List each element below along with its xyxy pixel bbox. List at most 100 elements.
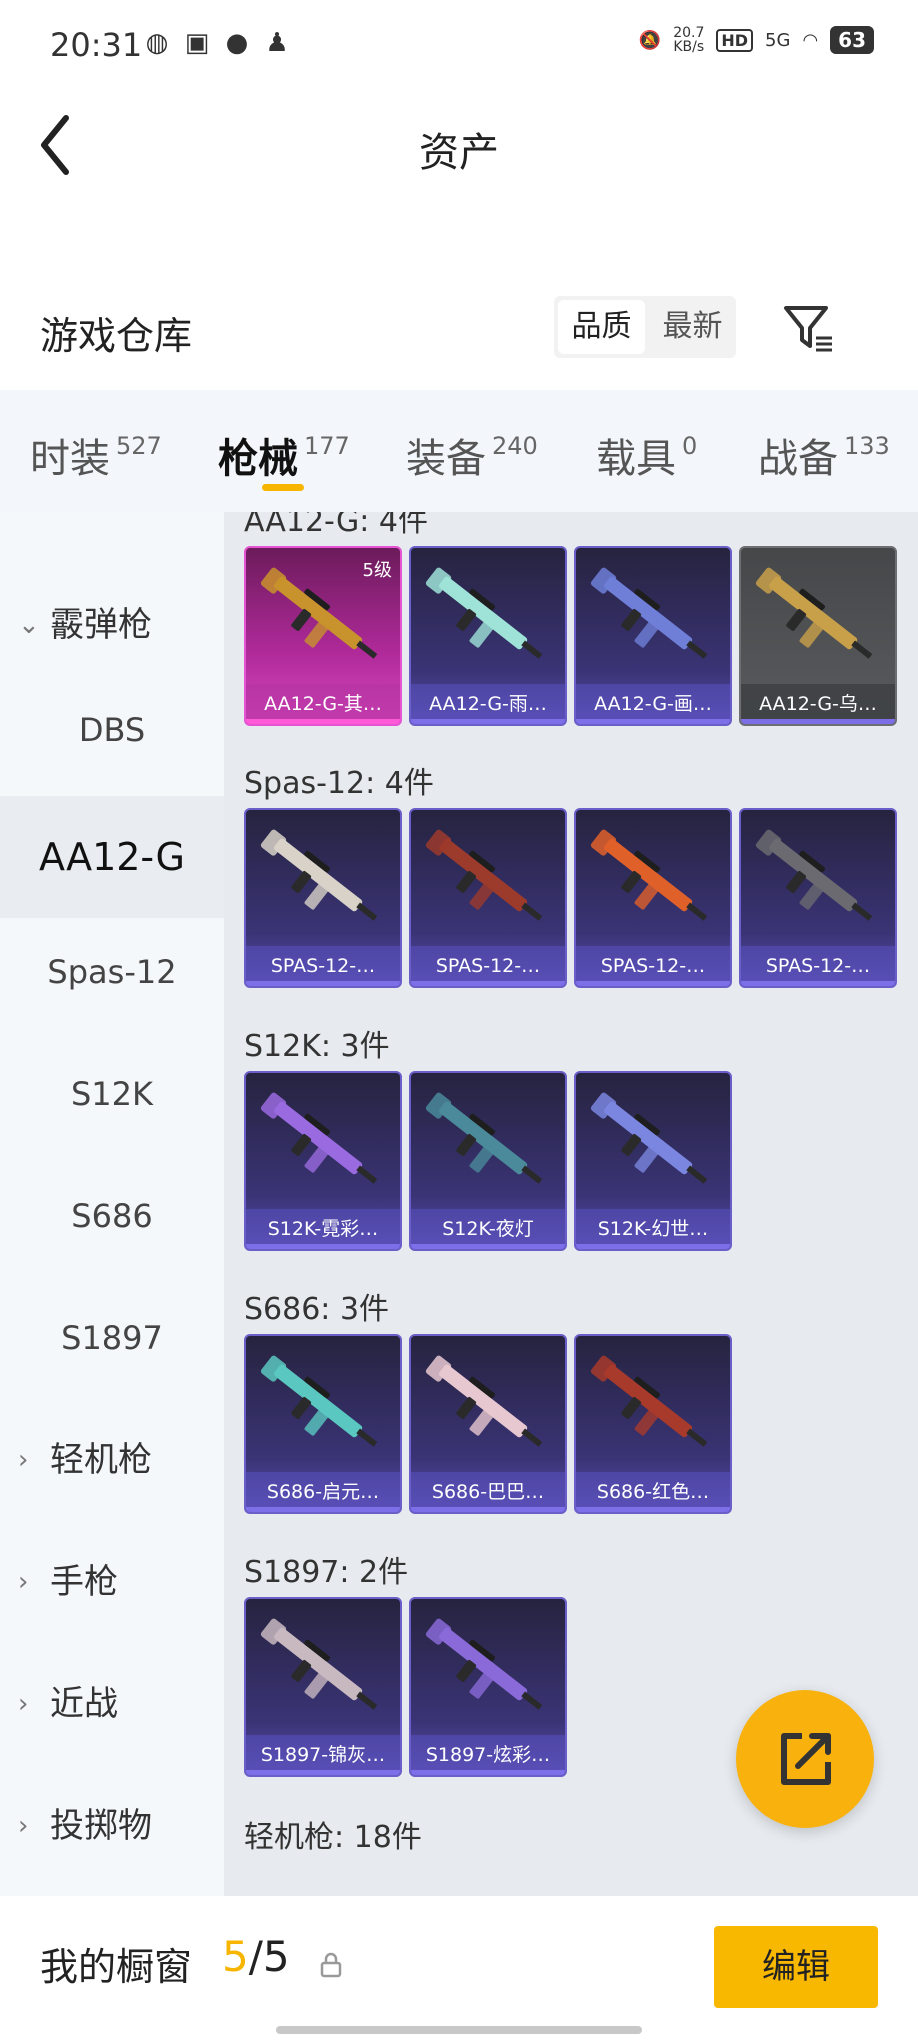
- rarity-bar: [246, 719, 400, 724]
- sidebar-group-throwable[interactable]: › 投掷物: [0, 1786, 224, 1866]
- gun-skin-image: [260, 1618, 378, 1710]
- weapon-skin-card[interactable]: SPAS-12-…: [244, 808, 402, 988]
- weapon-skin-name: S686-巴巴…: [411, 1472, 565, 1512]
- gun-skin-image: [425, 829, 543, 921]
- active-tab-indicator: [262, 484, 304, 491]
- chat-app-icon: ●: [225, 28, 249, 58]
- qq-app-icon: ♟: [265, 28, 289, 58]
- status-bar: 20:31 ◍ ▣ ● ♟ 🔕 20.7 KB/s HD 5G ◠ 63: [0, 0, 918, 90]
- weapon-skin-card[interactable]: S686-巴巴…: [409, 1334, 567, 1514]
- weapon-skin-card[interactable]: AA12-G-乌…: [739, 546, 897, 726]
- chevron-right-icon: ›: [18, 1445, 29, 1475]
- gun-skin-image: [425, 1092, 543, 1184]
- weapon-skin-name: AA12-G-乌…: [741, 684, 895, 724]
- top-nav: 资产: [0, 90, 918, 200]
- weapon-skin-card[interactable]: AA12-G-画…: [574, 546, 732, 726]
- notification-icons: ◍ ▣ ● ♟: [142, 28, 292, 58]
- weapon-grid: AA12-G: 4件 5级 AA12-G-其… AA12-G-雨… AA12-G-画… A…: [224, 512, 918, 1896]
- tab-firearms[interactable]: 枪械 177: [218, 426, 350, 484]
- sidebar-item-aa12g[interactable]: AA12-G: [0, 796, 224, 918]
- weapon-skin-card[interactable]: S1897-炫彩…: [409, 1597, 567, 1777]
- weapon-skin-card[interactable]: S686-启元…: [244, 1334, 402, 1514]
- showcase-label: 我的橱窗: [40, 1945, 193, 1989]
- weapon-skin-card[interactable]: S1897-锦灰…: [244, 1597, 402, 1777]
- rarity-bar: [246, 981, 400, 986]
- weapon-skin-card[interactable]: 5级 AA12-G-其…: [244, 546, 402, 726]
- chevron-right-icon: ›: [18, 1689, 29, 1719]
- tab-vehicles[interactable]: 载具 0: [596, 426, 697, 484]
- sidebar-item-dbs[interactable]: DBS: [0, 690, 224, 770]
- sidebar-item-s12k[interactable]: S12K: [0, 1054, 224, 1134]
- weapon-skin-name: S1897-炫彩…: [411, 1735, 565, 1775]
- tab-supplies[interactable]: 战备 133: [758, 426, 890, 484]
- weapon-skin-card[interactable]: S12K-幻世…: [574, 1071, 732, 1251]
- gun-skin-image: [425, 567, 543, 659]
- rarity-bar: [411, 1507, 565, 1512]
- gun-skin-image: [425, 1618, 543, 1710]
- group-label: S12K: 3件: [244, 1029, 390, 1064]
- weapon-skin-card[interactable]: SPAS-12-…: [739, 808, 897, 988]
- rarity-bar: [741, 981, 895, 986]
- tab-fashion[interactable]: 时装 527: [30, 426, 162, 484]
- home-indicator[interactable]: [276, 2026, 642, 2034]
- category-tabs: 时装 527 枪械 177 装备 240 载具 0 战备 133: [0, 390, 918, 512]
- sidebar-item-spas12[interactable]: Spas-12: [0, 932, 224, 1012]
- gun-skin-image: [590, 829, 708, 921]
- gun-skin-image: [260, 1092, 378, 1184]
- share-fab-button[interactable]: [736, 1690, 874, 1828]
- lock-icon: [320, 1952, 342, 1978]
- rarity-bar: [246, 1507, 400, 1512]
- group-label: 轻机枪: 18件: [244, 1820, 422, 1855]
- tab-equipment[interactable]: 装备 240: [406, 426, 538, 484]
- gun-skin-image: [590, 567, 708, 659]
- weapon-skin-name: S12K-夜灯: [411, 1209, 565, 1249]
- weapon-skin-card[interactable]: S12K-霓彩…: [244, 1071, 402, 1251]
- weapon-skin-name: S12K-幻世…: [576, 1209, 730, 1249]
- weapon-skin-card[interactable]: S12K-夜灯: [409, 1071, 567, 1251]
- weapon-skin-name: AA12-G-雨…: [411, 684, 565, 724]
- gun-skin-image: [590, 1355, 708, 1447]
- sidebar-group-shotgun[interactable]: ⌄ 霰弹枪: [0, 590, 224, 660]
- sidebar-item-s1897[interactable]: S1897: [0, 1298, 224, 1378]
- sort-toggle: 品质 最新: [554, 296, 736, 358]
- mute-icon: 🔕: [638, 29, 662, 51]
- filter-icon: [784, 306, 832, 352]
- weapon-skin-card[interactable]: S686-红色…: [574, 1334, 732, 1514]
- net-speed: 20.7 KB/s: [673, 25, 705, 55]
- battery-level: 63: [830, 26, 874, 54]
- sort-quality-button[interactable]: 品质: [558, 300, 645, 354]
- chevron-right-icon: ›: [18, 1811, 29, 1841]
- group-label: AA12-G: 4件: [244, 512, 428, 539]
- sidebar-item-s686[interactable]: S686: [0, 1176, 224, 1256]
- weapon-skin-name: SPAS-12-…: [411, 946, 565, 986]
- edit-button[interactable]: 编辑: [714, 1926, 878, 2008]
- app-icon-1: ◍: [145, 28, 169, 58]
- weapon-type-sidebar: ⌄ 霰弹枪 DBS AA12-G Spas-12 S12K S686 S1897…: [0, 512, 224, 1896]
- rarity-bar: [576, 1244, 730, 1249]
- group-label: S686: 3件: [244, 1292, 390, 1327]
- status-time: 20:31: [50, 26, 143, 64]
- rarity-bar: [246, 1770, 400, 1775]
- gun-skin-image: [260, 829, 378, 921]
- showcase-count: 5/5: [222, 1932, 290, 1981]
- mail-app-icon: ▣: [184, 28, 210, 58]
- weapon-skin-card[interactable]: AA12-G-雨…: [409, 546, 567, 726]
- weapon-skin-card[interactable]: SPAS-12-…: [409, 808, 567, 988]
- rarity-bar: [741, 719, 895, 724]
- gun-skin-image: [755, 829, 873, 921]
- filter-button[interactable]: [780, 300, 836, 356]
- hd-badge: HD: [716, 28, 754, 52]
- gun-skin-image: [590, 1092, 708, 1184]
- weapon-skin-card[interactable]: SPAS-12-…: [574, 808, 732, 988]
- sidebar-group-lmg[interactable]: › 轻机枪: [0, 1420, 224, 1500]
- group-label: Spas-12: 4件: [244, 766, 434, 801]
- sort-newest-button[interactable]: 最新: [649, 296, 736, 358]
- rarity-bar: [411, 981, 565, 986]
- chevron-right-icon: ›: [18, 1567, 29, 1597]
- weapon-skin-name: S686-红色…: [576, 1472, 730, 1512]
- gun-skin-image: [755, 567, 873, 659]
- sidebar-group-pistol[interactable]: › 手枪: [0, 1542, 224, 1622]
- level-badge: 5级: [362, 560, 392, 581]
- signal-5g: 5G: [765, 29, 791, 51]
- sidebar-group-melee[interactable]: › 近战: [0, 1664, 224, 1744]
